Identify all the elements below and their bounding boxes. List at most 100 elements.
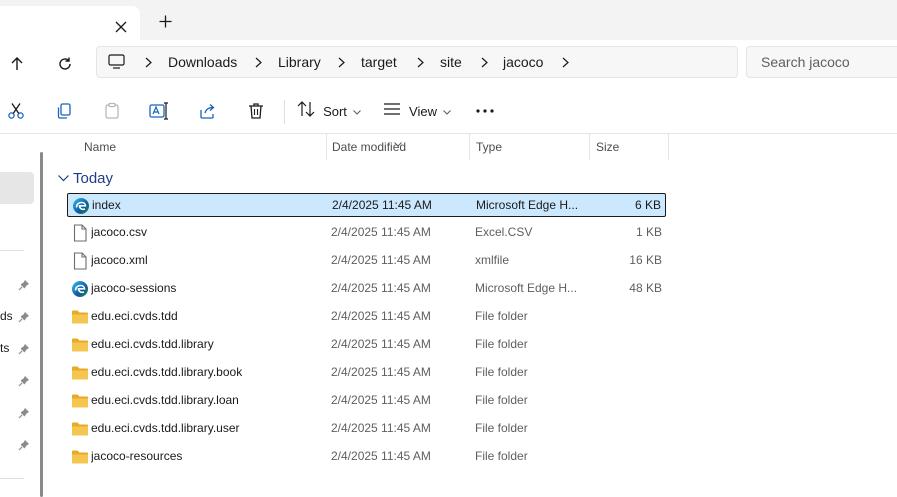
search-box[interactable] xyxy=(746,46,897,78)
file-type: File folder xyxy=(475,337,528,351)
file-row[interactable]: edu.eci.cvds.tdd.library.loan 2/4/2025 11… xyxy=(67,389,666,413)
breadcrumb-library[interactable]: Library xyxy=(278,47,321,77)
file-row[interactable]: jacoco-resources 2/4/2025 11:45 AM File fo… xyxy=(67,445,666,469)
nav-item-label[interactable]: ds xyxy=(0,309,13,323)
file-size: 1 KB xyxy=(635,225,662,239)
file-date: 2/4/2025 11:45 AM xyxy=(331,309,431,323)
file-row[interactable]: edu.eci.cvds.tdd.library.user 2/4/2025 11… xyxy=(67,417,666,441)
file-size: 16 KB xyxy=(629,253,662,267)
clipboard-icon[interactable] xyxy=(98,95,126,127)
pin-icon[interactable] xyxy=(18,342,30,355)
breadcrumb-site[interactable]: site xyxy=(440,47,462,77)
chevron-down-icon xyxy=(443,102,451,120)
file-size: 6 KB xyxy=(634,198,661,212)
file-name: jacoco.csv xyxy=(91,225,148,239)
file-name: edu.eci.cvds.tdd.library.loan xyxy=(91,393,239,407)
close-icon[interactable] xyxy=(108,14,134,40)
share-icon[interactable] xyxy=(194,95,222,127)
group-header-today[interactable]: Today xyxy=(58,166,113,190)
refresh-icon[interactable] xyxy=(49,48,81,80)
search-input[interactable] xyxy=(747,47,897,77)
folder-icon xyxy=(71,448,89,466)
file-row[interactable]: edu.eci.cvds.tdd 2/4/2025 11:45 AM File fo… xyxy=(67,305,666,329)
plus-icon[interactable] xyxy=(152,8,178,34)
more-icon[interactable] xyxy=(471,95,499,127)
scissors-icon[interactable] xyxy=(2,95,30,127)
nav-item-selected[interactable] xyxy=(0,172,34,204)
nav-item-label[interactable]: ts xyxy=(0,341,9,355)
file-name: jacoco-resources xyxy=(91,449,183,463)
folder-icon xyxy=(71,364,89,382)
pin-icon[interactable] xyxy=(18,406,30,419)
file-row[interactable]: jacoco.xml 2/4/2025 11:45 AM xmlfile 16 KB xyxy=(67,249,666,273)
command-bar: Sort View xyxy=(0,88,897,134)
sort-label: Sort xyxy=(323,103,347,119)
breadcrumb-downloads[interactable]: Downloads xyxy=(168,47,237,77)
file-type: File folder xyxy=(475,365,528,379)
nav-divider xyxy=(0,478,24,479)
file-date: 2/4/2025 11:45 AM xyxy=(331,421,431,435)
file-type: File folder xyxy=(475,449,528,463)
file-name: index xyxy=(92,198,121,212)
file-name: jacoco.xml xyxy=(91,253,148,267)
column-header-name[interactable]: Name xyxy=(76,134,326,160)
column-divider[interactable] xyxy=(668,134,669,160)
copy-icon[interactable] xyxy=(50,95,78,127)
file-icon xyxy=(71,224,89,242)
view-label: View xyxy=(409,103,437,119)
breadcrumb-target[interactable]: target xyxy=(361,47,397,77)
address-bar[interactable]: Downloads Library target site jacoco xyxy=(96,46,738,78)
folder-icon xyxy=(71,308,89,326)
pin-icon[interactable] xyxy=(18,374,30,387)
file-row[interactable]: edu.eci.cvds.tdd.library 2/4/2025 11:45 A… xyxy=(67,333,666,357)
pin-icon[interactable] xyxy=(18,310,30,323)
file-row[interactable]: edu.eci.cvds.tdd.library.book 2/4/2025 11… xyxy=(67,361,666,385)
file-row[interactable]: index 2/4/2025 11:45 AM Microsoft Edge H..… xyxy=(67,193,666,217)
file-type: File folder xyxy=(475,393,528,407)
arrow-up-icon[interactable] xyxy=(1,48,33,80)
tab-strip xyxy=(0,0,897,40)
chevron-right-icon[interactable] xyxy=(334,47,348,77)
file-size: 48 KB xyxy=(629,281,662,295)
file-row[interactable]: jacoco-sessions 2/4/2025 11:45 AM Microsof… xyxy=(67,277,666,301)
file-type: Microsoft Edge H... xyxy=(475,281,578,295)
file-date: 2/4/2025 11:45 AM xyxy=(331,449,431,463)
file-type: Microsoft Edge H... xyxy=(476,198,579,212)
file-date: 2/4/2025 11:45 AM xyxy=(331,393,431,407)
file-type: Excel.CSV xyxy=(475,225,533,239)
file-row[interactable]: jacoco.csv 2/4/2025 11:45 AM Excel.CSV 1 KB xyxy=(67,221,666,245)
breadcrumb-jacoco[interactable]: jacoco xyxy=(503,47,543,77)
file-date: 2/4/2025 11:45 AM xyxy=(332,198,432,212)
file-date: 2/4/2025 11:45 AM xyxy=(331,337,431,351)
file-date: 2/4/2025 11:45 AM xyxy=(331,281,431,295)
column-header-type[interactable]: Type xyxy=(468,134,590,160)
sort-button[interactable]: Sort xyxy=(296,95,362,127)
sort-chevron-icon xyxy=(394,134,402,152)
trash-icon[interactable] xyxy=(242,95,270,127)
file-date: 2/4/2025 11:45 AM xyxy=(331,365,431,379)
active-tab[interactable] xyxy=(0,6,140,40)
pin-icon[interactable] xyxy=(18,278,30,291)
navigation-pane: ds ts xyxy=(0,134,44,497)
edge-icon xyxy=(72,197,90,215)
nav-scrollbar[interactable] xyxy=(40,152,43,497)
file-icon xyxy=(71,252,89,270)
toolbar-divider xyxy=(284,100,285,124)
nav-divider xyxy=(0,250,24,251)
address-row: Downloads Library target site jacoco xyxy=(0,40,897,88)
column-header-size[interactable]: Size xyxy=(588,134,668,160)
rename-icon[interactable] xyxy=(145,95,173,127)
chevron-right-icon[interactable] xyxy=(558,47,572,77)
view-button[interactable]: View xyxy=(383,95,451,127)
folder-icon xyxy=(71,420,89,438)
file-name: edu.eci.cvds.tdd.library.book xyxy=(91,365,243,379)
pin-icon[interactable] xyxy=(18,438,30,451)
computer-icon[interactable] xyxy=(108,54,125,74)
chevron-right-icon[interactable] xyxy=(477,47,491,77)
folder-icon xyxy=(71,336,89,354)
chevron-right-icon[interactable] xyxy=(251,47,265,77)
chevron-right-icon[interactable] xyxy=(413,47,427,77)
chevron-right-icon[interactable] xyxy=(141,47,155,77)
file-type: xmlfile xyxy=(475,253,510,267)
file-name: edu.eci.cvds.tdd.library xyxy=(91,337,214,351)
